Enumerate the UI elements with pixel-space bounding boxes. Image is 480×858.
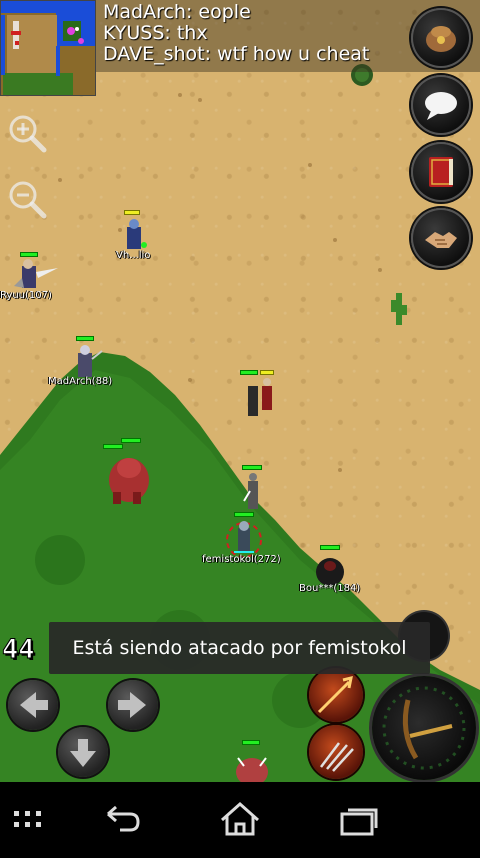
character-name: femistokol(272) bbox=[202, 554, 281, 565]
health-bar bbox=[242, 740, 260, 745]
health-bar bbox=[121, 438, 141, 443]
move-left-button[interactable] bbox=[8, 680, 58, 730]
minimap[interactable] bbox=[0, 0, 96, 96]
spellbook-button[interactable] bbox=[411, 142, 471, 202]
chat-line: DAVE_shot: wtf how u cheat bbox=[103, 43, 370, 65]
cactus bbox=[391, 293, 407, 325]
bag-button[interactable] bbox=[411, 8, 471, 68]
health-bar bbox=[260, 370, 274, 375]
bag-icon bbox=[423, 20, 459, 56]
move-down-button[interactable] bbox=[58, 727, 108, 777]
game-viewport[interactable]: MadArch: eople KYUSS: thx DAVE_shot: wtf… bbox=[0, 0, 480, 782]
character-name: Bou***(184) bbox=[299, 583, 361, 594]
multishot-skill-button[interactable] bbox=[309, 725, 363, 779]
chat-button[interactable] bbox=[411, 75, 471, 135]
attack-button[interactable] bbox=[372, 676, 476, 780]
item-counter: 44 bbox=[2, 634, 36, 666]
recent-apps-icon[interactable] bbox=[0, 782, 80, 854]
arrows-icon bbox=[320, 742, 354, 772]
chat-line: MadArch: eople bbox=[103, 1, 251, 23]
zoom-in-icon[interactable] bbox=[6, 112, 50, 156]
character-name: Ryuu(107) bbox=[0, 290, 52, 301]
trade-button[interactable] bbox=[411, 208, 471, 268]
arrow-icon bbox=[409, 724, 453, 738]
health-bar bbox=[20, 252, 38, 257]
home-icon[interactable] bbox=[200, 782, 280, 854]
arrow-left-icon bbox=[20, 692, 48, 718]
system-navbar bbox=[0, 782, 480, 854]
health-bar bbox=[242, 465, 262, 470]
overview-icon[interactable] bbox=[320, 782, 400, 854]
attack-toast: Está siendo atacado por femistokol bbox=[49, 622, 430, 674]
back-icon[interactable] bbox=[80, 782, 160, 854]
fire-skill-button[interactable] bbox=[309, 668, 363, 722]
flame-arrow-icon bbox=[317, 675, 353, 714]
spellbook-icon bbox=[423, 154, 459, 190]
health-bar bbox=[240, 370, 258, 375]
character-name: MadArch(88) bbox=[48, 376, 113, 387]
character-name: Vh...lio bbox=[116, 250, 151, 261]
move-right-button[interactable] bbox=[108, 680, 158, 730]
bow-icon bbox=[402, 699, 419, 760]
chat-line: KYUSS: thx bbox=[103, 22, 208, 44]
handshake-icon bbox=[423, 220, 459, 256]
arrow-down-icon bbox=[70, 739, 96, 767]
zoom-out-icon[interactable] bbox=[6, 178, 50, 222]
chat-bubble-icon bbox=[423, 87, 459, 123]
arrow-right-icon bbox=[118, 692, 146, 718]
